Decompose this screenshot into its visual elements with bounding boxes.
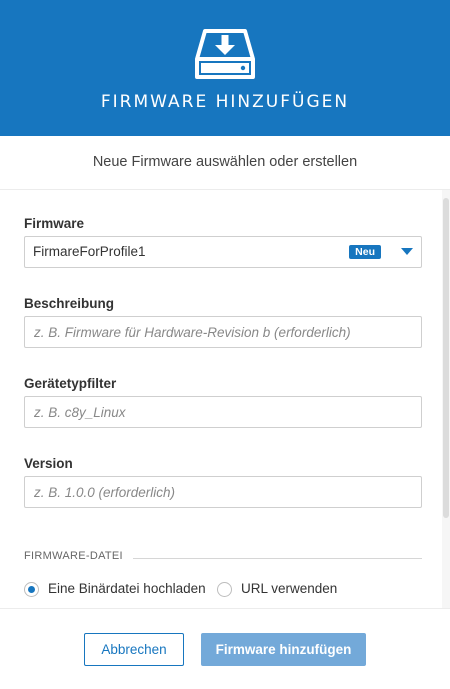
firmware-select[interactable]: FirmareForProfile1 Neu	[24, 236, 422, 268]
firmware-file-section-title: FIRMWARE-DATEI	[24, 550, 422, 566]
firmware-field: Firmware FirmareForProfile1 Neu	[24, 216, 422, 268]
version-input[interactable]	[24, 476, 422, 508]
scrollbar-thumb[interactable]	[443, 198, 449, 518]
hard-drive-download-icon	[193, 25, 257, 83]
version-label: Version	[24, 456, 73, 471]
firmware-label: Firmware	[24, 216, 85, 231]
cancel-button[interactable]: Abbrechen	[84, 633, 184, 666]
add-firmware-button[interactable]: Firmware hinzufügen	[201, 633, 366, 666]
modal-header: FIRMWARE HINZUFÜGEN	[0, 0, 450, 136]
new-badge: Neu	[349, 245, 381, 259]
modal-title: FIRMWARE HINZUFÜGEN	[100, 92, 350, 112]
device-type-filter-input[interactable]	[24, 396, 422, 428]
description-label: Beschreibung	[24, 296, 115, 311]
chevron-down-icon[interactable]	[401, 248, 413, 256]
scrollbar[interactable]	[442, 190, 450, 608]
radio-use-url-label[interactable]: URL verwenden	[241, 581, 337, 596]
radio-unchecked-icon[interactable]	[217, 582, 232, 597]
firmware-file-section-label: FIRMWARE-DATEI	[24, 550, 133, 562]
form-scroll-area: Firmware FirmareForProfile1 Neu Beschrei…	[0, 190, 450, 608]
modal-footer: Abbrechen Firmware hinzufügen	[0, 608, 450, 689]
version-field: Version	[24, 456, 422, 508]
device-type-filter-field: Gerätetypfilter	[24, 376, 422, 428]
description-field: Beschreibung	[24, 296, 422, 348]
radio-checked-icon[interactable]	[24, 582, 39, 597]
device-type-filter-label: Gerätetypfilter	[24, 376, 117, 391]
modal-subtitle: Neue Firmware auswählen oder erstellen	[0, 136, 450, 190]
firmware-select-value: FirmareForProfile1	[33, 244, 146, 259]
radio-upload-binary-label[interactable]: Eine Binärdatei hochladen	[48, 581, 206, 596]
description-input[interactable]	[24, 316, 422, 348]
